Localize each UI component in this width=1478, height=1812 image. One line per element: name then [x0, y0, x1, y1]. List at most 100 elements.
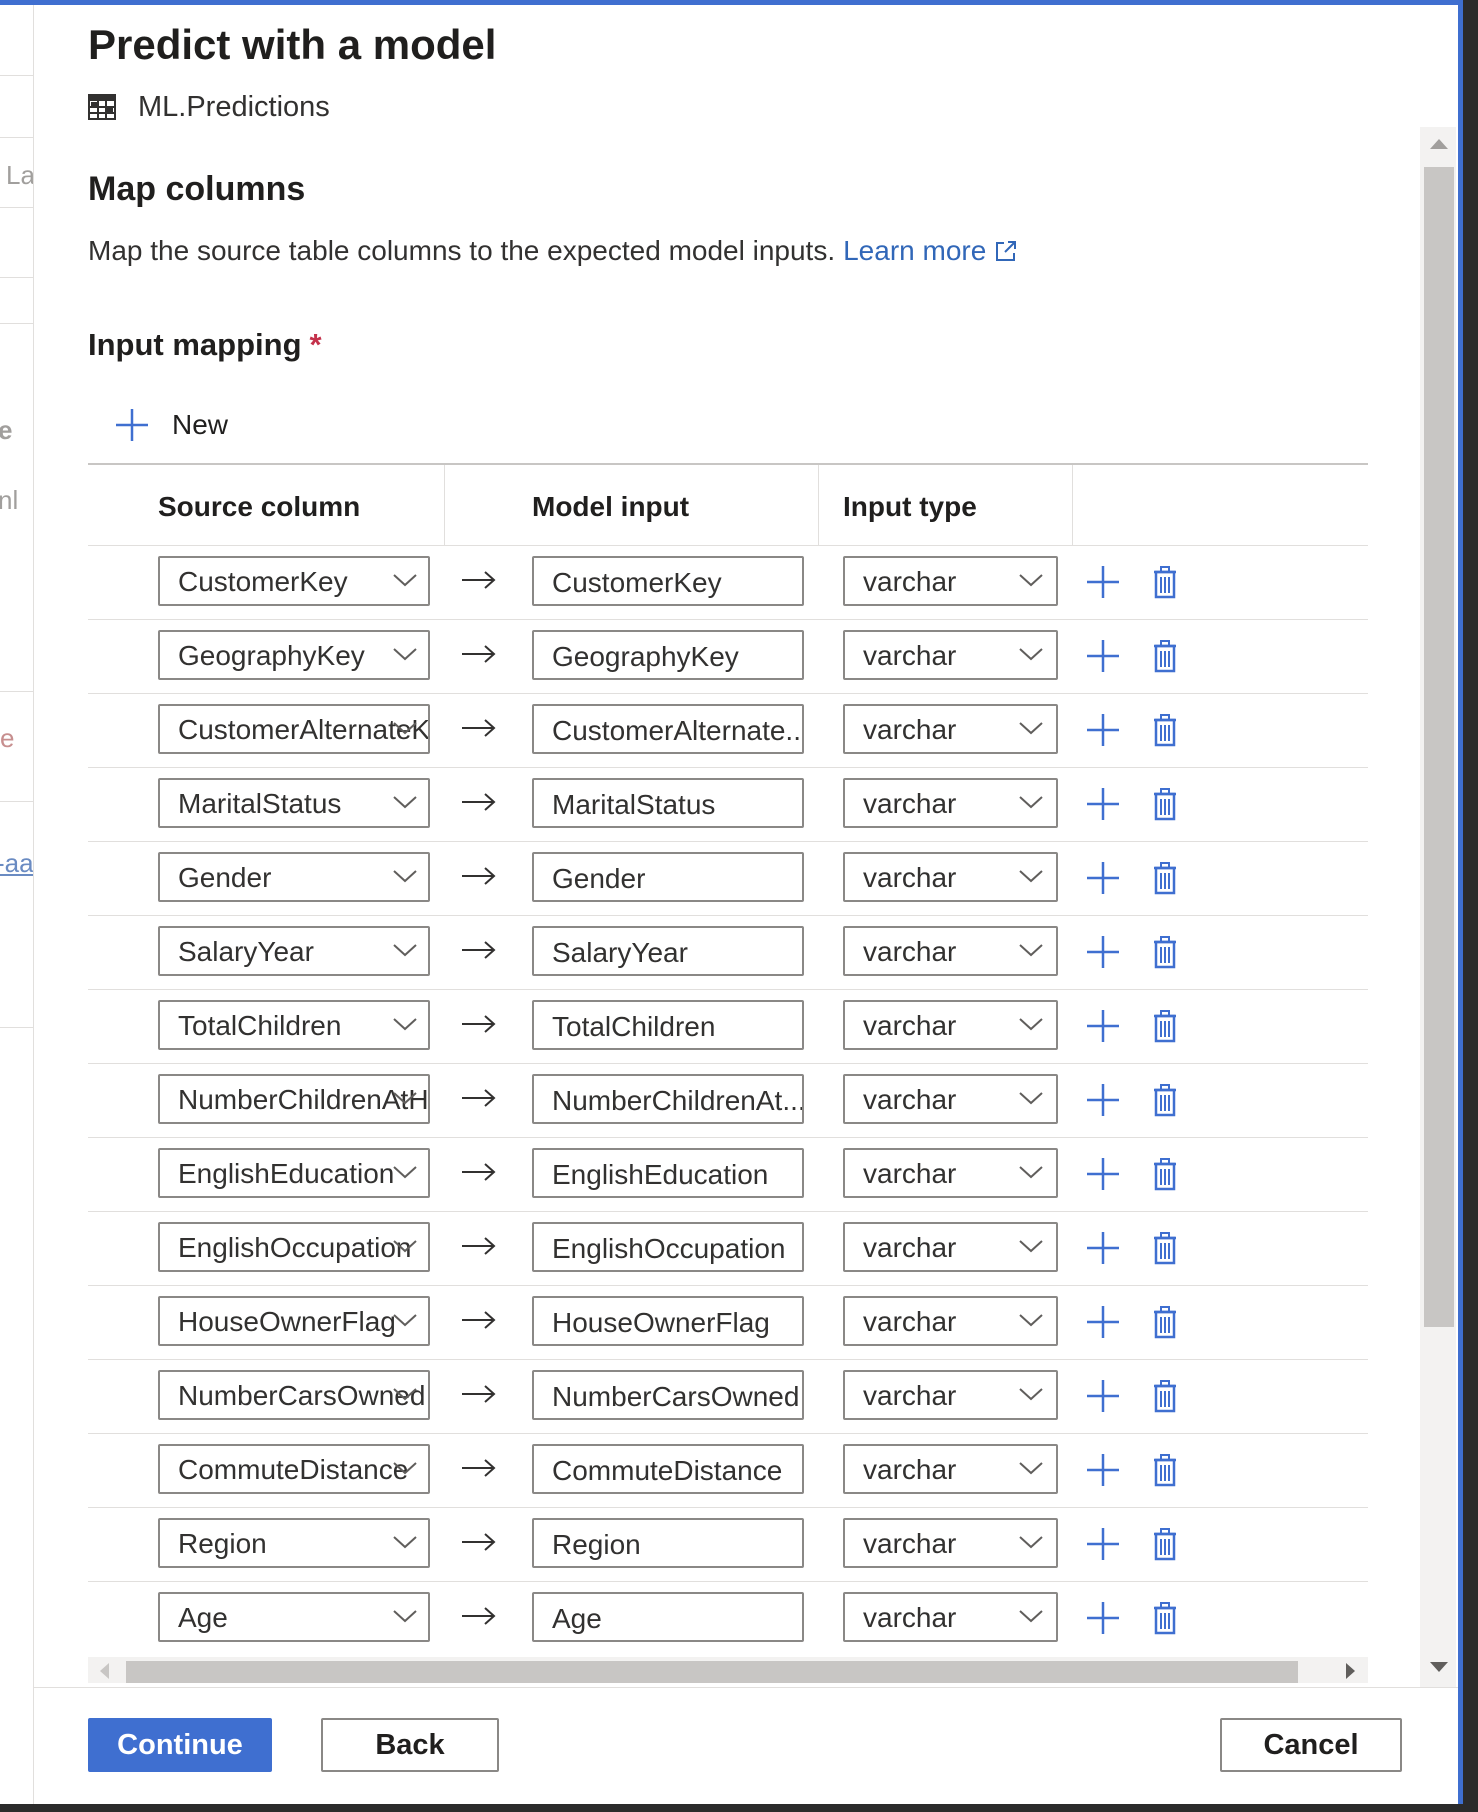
delete-row-button[interactable]: [1145, 708, 1185, 752]
delete-row-button[interactable]: [1145, 1596, 1185, 1640]
delete-row-button[interactable]: [1145, 1522, 1185, 1566]
add-row-button[interactable]: [1083, 1078, 1123, 1122]
scroll-up-arrow[interactable]: [1430, 139, 1448, 149]
add-row-button[interactable]: [1083, 1522, 1123, 1566]
input-type-dropdown[interactable]: varchar: [843, 926, 1058, 976]
continue-button[interactable]: Continue: [88, 1718, 272, 1772]
scroll-right-arrow[interactable]: [1346, 1663, 1355, 1679]
model-input-field[interactable]: NumberChildrenAt...: [532, 1074, 804, 1124]
delete-row-button[interactable]: [1145, 1448, 1185, 1492]
model-input-field[interactable]: TotalChildren: [532, 1000, 804, 1050]
input-type-dropdown[interactable]: varchar: [843, 1370, 1058, 1420]
input-type-value: varchar: [863, 1158, 957, 1189]
model-input-field[interactable]: Region: [532, 1518, 804, 1568]
input-type-dropdown[interactable]: varchar: [843, 1592, 1058, 1642]
new-mapping-button[interactable]: New: [114, 402, 228, 448]
vertical-scrollbar[interactable]: [1420, 127, 1456, 1687]
bg-text: e: [0, 415, 12, 446]
add-row-button[interactable]: [1083, 930, 1123, 974]
source-column-dropdown[interactable]: Gender: [158, 852, 430, 902]
model-input-field[interactable]: EnglishEducation: [532, 1148, 804, 1198]
scroll-left-arrow[interactable]: [100, 1663, 109, 1679]
source-column-dropdown[interactable]: Age: [158, 1592, 430, 1642]
window-accent-edge: [1458, 0, 1463, 1812]
model-input-field[interactable]: EnglishOccupation: [532, 1222, 804, 1272]
delete-row-button[interactable]: [1145, 1004, 1185, 1048]
input-type-dropdown[interactable]: varchar: [843, 630, 1058, 680]
delete-row-button[interactable]: [1145, 930, 1185, 974]
chevron-down-icon: [1019, 870, 1043, 883]
source-column-dropdown[interactable]: MaritalStatus: [158, 778, 430, 828]
add-row-button[interactable]: [1083, 782, 1123, 826]
source-column-dropdown[interactable]: NumberChildrenAtHome: [158, 1074, 430, 1124]
input-type-dropdown[interactable]: varchar: [843, 704, 1058, 754]
delete-icon: [1154, 1010, 1176, 1043]
source-column-dropdown[interactable]: CommuteDistance: [158, 1444, 430, 1494]
horizontal-scrollbar[interactable]: [88, 1657, 1368, 1683]
source-column-dropdown[interactable]: EnglishEducation: [158, 1148, 430, 1198]
input-type-value: varchar: [863, 640, 957, 671]
source-column-dropdown[interactable]: GeographyKey: [158, 630, 430, 680]
model-input-field[interactable]: Age: [532, 1592, 804, 1642]
source-column-dropdown[interactable]: HouseOwnerFlag: [158, 1296, 430, 1346]
add-row-button[interactable]: [1083, 1300, 1123, 1344]
add-row-button[interactable]: [1083, 1448, 1123, 1492]
model-input-field[interactable]: CustomerAlternate...: [532, 704, 804, 754]
back-button[interactable]: Back: [321, 1718, 499, 1772]
input-type-dropdown[interactable]: varchar: [843, 556, 1058, 606]
input-type-dropdown[interactable]: varchar: [843, 1148, 1058, 1198]
delete-row-button[interactable]: [1145, 1300, 1185, 1344]
source-column-dropdown[interactable]: CustomerKey: [158, 556, 430, 606]
add-row-button[interactable]: [1083, 1596, 1123, 1640]
model-input-field[interactable]: SalaryYear: [532, 926, 804, 976]
input-type-dropdown[interactable]: varchar: [843, 1000, 1058, 1050]
vertical-scroll-thumb[interactable]: [1424, 167, 1454, 1327]
delete-row-button[interactable]: [1145, 1374, 1185, 1418]
model-input-field[interactable]: MaritalStatus: [532, 778, 804, 828]
new-button-label: New: [172, 409, 229, 440]
input-type-dropdown[interactable]: varchar: [843, 778, 1058, 828]
source-column-dropdown[interactable]: Region: [158, 1518, 430, 1568]
source-column-dropdown[interactable]: SalaryYear: [158, 926, 430, 976]
model-input-field[interactable]: Gender: [532, 852, 804, 902]
model-input-field[interactable]: GeographyKey: [532, 630, 804, 680]
input-type-dropdown[interactable]: varchar: [843, 1444, 1058, 1494]
source-column-value: HouseOwnerFlag: [178, 1306, 396, 1337]
bg-divider: [0, 137, 33, 138]
add-row-button[interactable]: [1083, 634, 1123, 678]
source-column-dropdown[interactable]: NumberCarsOwned: [158, 1370, 430, 1420]
delete-row-button[interactable]: [1145, 856, 1185, 900]
add-row-button[interactable]: [1083, 708, 1123, 752]
add-row-button[interactable]: [1083, 856, 1123, 900]
scroll-down-arrow[interactable]: [1430, 1662, 1448, 1672]
model-input-field[interactable]: NumberCarsOwned: [532, 1370, 804, 1420]
model-input-field[interactable]: CustomerKey: [532, 556, 804, 606]
delete-row-button[interactable]: [1145, 1226, 1185, 1270]
source-column-dropdown[interactable]: TotalChildren: [158, 1000, 430, 1050]
input-type-dropdown[interactable]: varchar: [843, 852, 1058, 902]
source-column-value: MaritalStatus: [178, 788, 342, 819]
delete-row-button[interactable]: [1145, 634, 1185, 678]
input-type-dropdown[interactable]: varchar: [843, 1074, 1058, 1124]
input-type-dropdown[interactable]: varchar: [843, 1518, 1058, 1568]
model-input-field[interactable]: CommuteDistance: [532, 1444, 804, 1494]
horizontal-scroll-thumb[interactable]: [126, 1661, 1298, 1683]
source-column-dropdown[interactable]: EnglishOccupation: [158, 1222, 430, 1272]
learn-more-link[interactable]: Learn more: [843, 235, 1018, 267]
input-type-dropdown[interactable]: varchar: [843, 1222, 1058, 1272]
source-column-dropdown[interactable]: CustomerAlternateKey: [158, 704, 430, 754]
input-type-dropdown[interactable]: varchar: [843, 1296, 1058, 1346]
add-row-button[interactable]: [1083, 1226, 1123, 1270]
add-row-button[interactable]: [1083, 560, 1123, 604]
add-row-button[interactable]: [1083, 1152, 1123, 1196]
source-column-value: NumberCarsOwned: [178, 1380, 426, 1411]
add-row-button[interactable]: [1083, 1374, 1123, 1418]
model-input-field[interactable]: HouseOwnerFlag: [532, 1296, 804, 1346]
delete-row-button[interactable]: [1145, 560, 1185, 604]
add-row-button[interactable]: [1083, 1004, 1123, 1048]
source-column-value: Region: [178, 1528, 267, 1559]
delete-row-button[interactable]: [1145, 1078, 1185, 1122]
delete-row-button[interactable]: [1145, 1152, 1185, 1196]
delete-row-button[interactable]: [1145, 782, 1185, 826]
cancel-button[interactable]: Cancel: [1220, 1718, 1402, 1772]
